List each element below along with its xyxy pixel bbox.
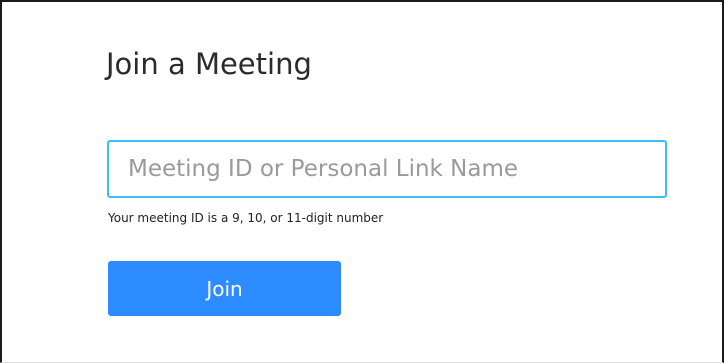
page-title: Join a Meeting [106,47,312,81]
meeting-id-input[interactable] [107,140,667,198]
join-meeting-panel: Join a Meeting Your meeting ID is a 9, 1… [0,0,724,363]
meeting-id-helper-text: Your meeting ID is a 9, 10, or 11-digit … [108,211,384,225]
join-button[interactable]: Join [108,261,341,316]
